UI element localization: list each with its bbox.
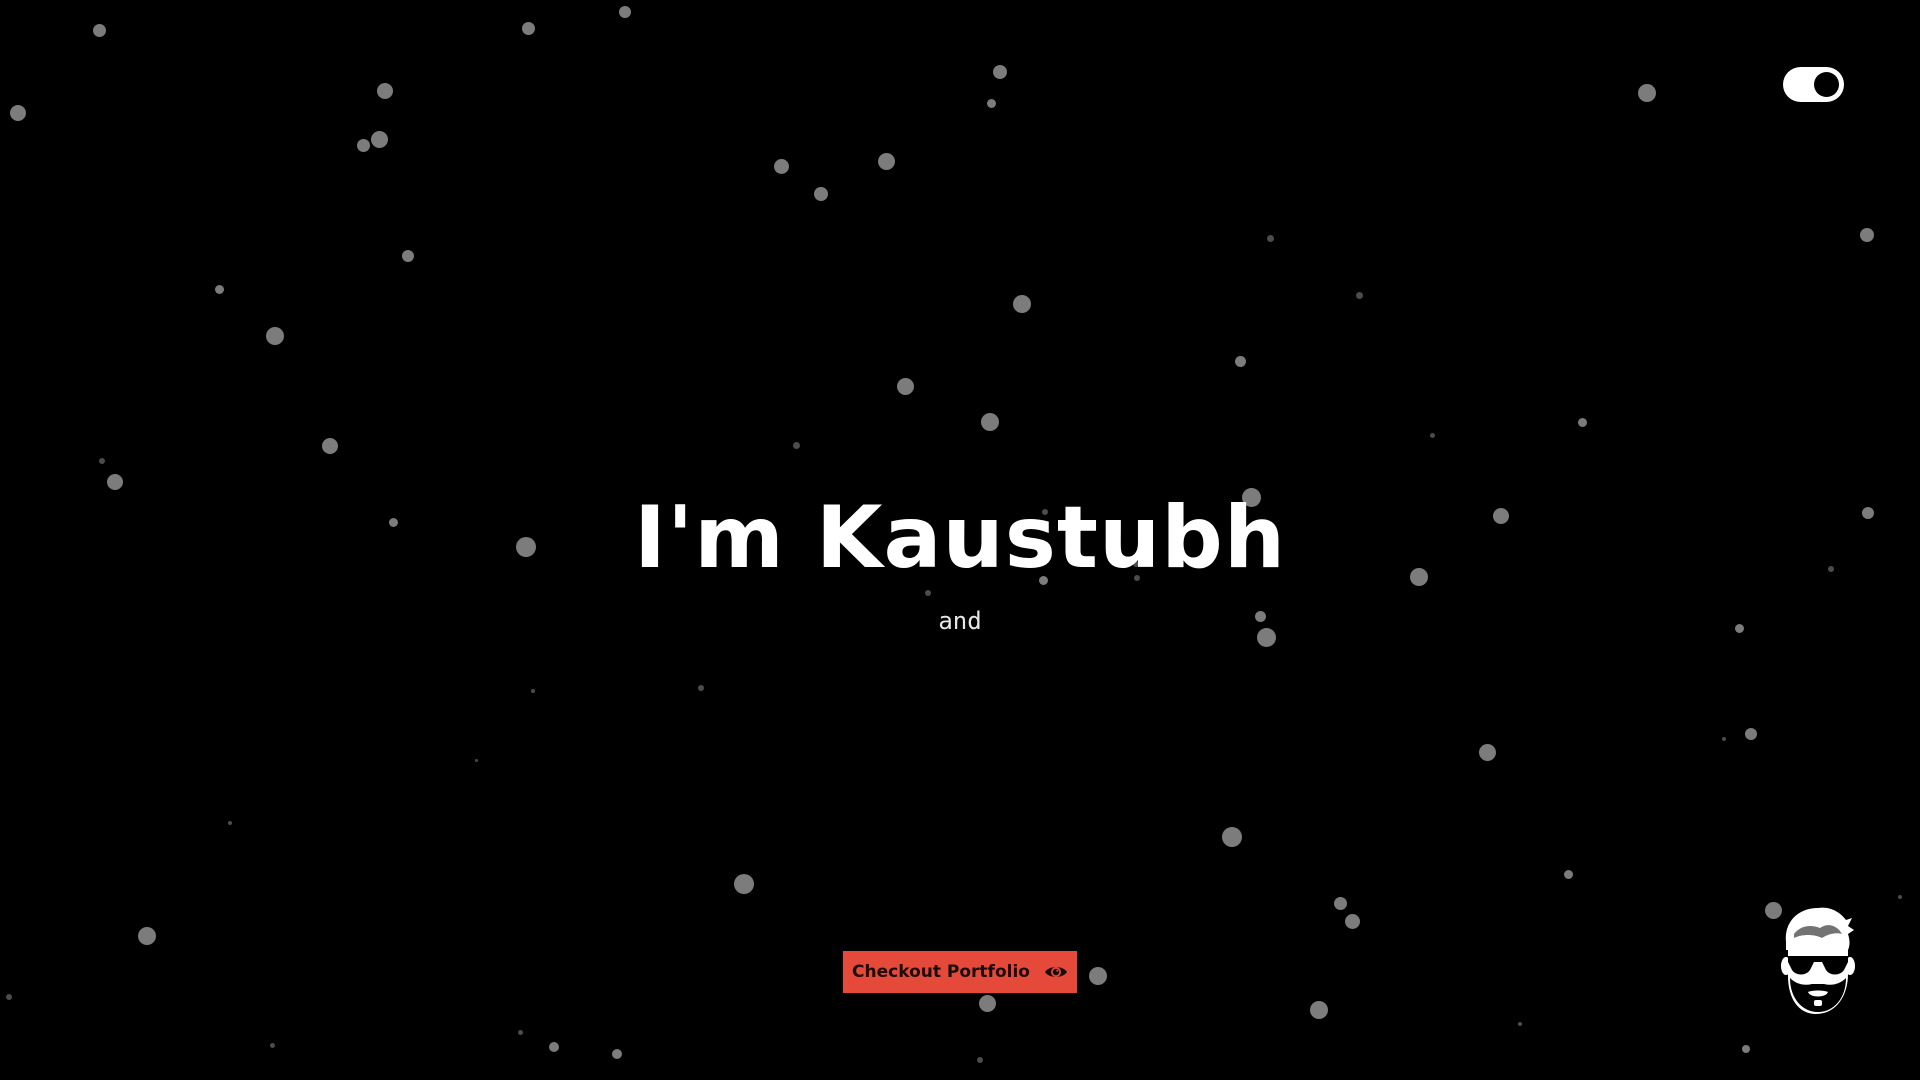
- background-particle: [981, 413, 999, 431]
- background-particle: [356, 138, 370, 152]
- background-particle: [1478, 743, 1496, 761]
- background-particle: [814, 187, 828, 201]
- background-particle: [1745, 728, 1757, 740]
- background-particle: [1013, 295, 1031, 313]
- background-particle: [1234, 355, 1246, 367]
- background-particle: [977, 1057, 983, 1063]
- background-particle: [896, 377, 914, 395]
- background-particle: [517, 1029, 523, 1035]
- background-particle: [1860, 228, 1874, 242]
- hero-subtitle: and: [938, 607, 982, 635]
- background-particle: [1898, 895, 1902, 899]
- hero-section: I'm Kaustubh and: [0, 488, 1920, 636]
- theme-toggle[interactable]: [1783, 67, 1844, 102]
- bearded-face-avatar-icon: [1776, 904, 1856, 1018]
- eye-icon: [1044, 964, 1068, 980]
- background-particle: [92, 23, 106, 37]
- background-particle: [266, 327, 284, 345]
- background-particle: [1266, 234, 1274, 242]
- background-particle: [1310, 1001, 1328, 1019]
- background-particle: [1344, 913, 1360, 929]
- background-particle: [370, 130, 388, 148]
- background-particle: [1742, 1045, 1750, 1053]
- background-particle: [986, 98, 996, 108]
- background-particle: [612, 1049, 622, 1059]
- background-particle: [531, 689, 535, 693]
- background-particle: [1089, 967, 1107, 985]
- background-particle: [322, 438, 338, 454]
- background-particle: [549, 1042, 559, 1052]
- background-particle: [1355, 291, 1363, 299]
- background-particle: [474, 758, 478, 762]
- background-particle: [877, 152, 895, 170]
- background-particle: [228, 821, 232, 825]
- background-particle: [993, 65, 1007, 79]
- background-particle: [773, 158, 789, 174]
- background-particle: [1429, 432, 1435, 438]
- background-particle: [1518, 1022, 1522, 1026]
- toggle-switch-icon: [1814, 72, 1839, 97]
- background-particle: [1722, 737, 1726, 741]
- background-particle: [521, 21, 535, 35]
- background-particle: [1577, 417, 1587, 427]
- background-particle: [6, 994, 12, 1000]
- background-particle: [10, 105, 26, 121]
- background-particle: [377, 83, 393, 99]
- background-particle: [1333, 896, 1347, 910]
- background-particle: [138, 927, 156, 945]
- hero-title: I'm Kaustubh: [633, 488, 1287, 588]
- background-particle: [214, 284, 224, 294]
- background-particle: [792, 441, 800, 449]
- background-particle: [619, 6, 631, 18]
- background-particle: [1563, 869, 1573, 879]
- checkout-portfolio-button[interactable]: Checkout Portfolio: [843, 951, 1077, 993]
- background-particle: [698, 685, 704, 691]
- background-particle: [978, 994, 996, 1012]
- background-particle: [734, 874, 754, 894]
- background-particle: [269, 1042, 275, 1048]
- background-particle: [402, 250, 414, 262]
- background-particle: [99, 458, 105, 464]
- checkout-portfolio-label: Checkout Portfolio: [852, 962, 1030, 982]
- background-particle: [1222, 827, 1242, 847]
- background-particle: [1638, 84, 1656, 102]
